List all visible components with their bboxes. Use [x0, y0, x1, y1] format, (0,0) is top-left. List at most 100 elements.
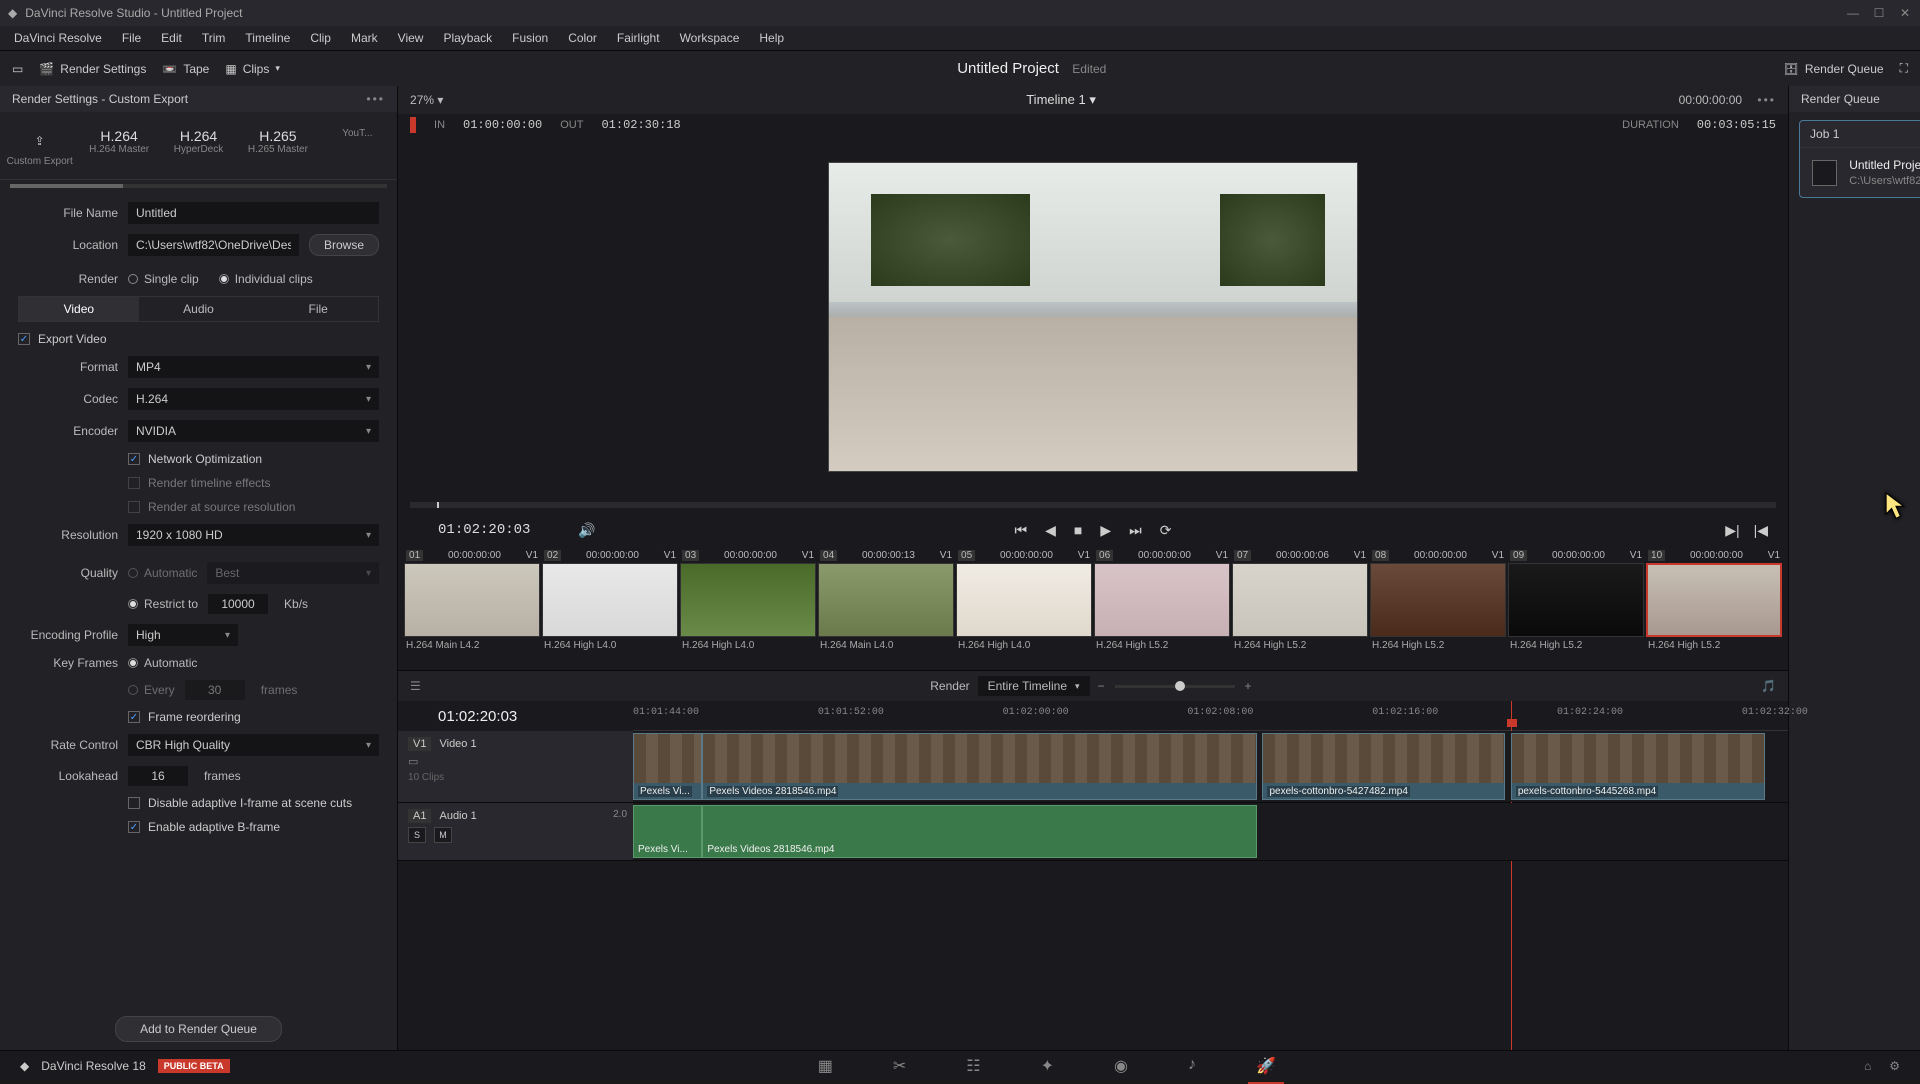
- v1-track-body[interactable]: Pexels Vi...Pexels Videos 2818546.mp4pex…: [633, 731, 1788, 802]
- preset-h265-master[interactable]: H.265H.265 Master: [238, 122, 317, 179]
- quality-auto-radio[interactable]: Automatic: [128, 566, 197, 580]
- timeline-audio-clip[interactable]: Pexels Vi...: [633, 805, 702, 858]
- viewer-zoom[interactable]: 27% ▾: [410, 93, 443, 107]
- solo-button[interactable]: S: [408, 827, 426, 843]
- stop-button[interactable]: ■: [1074, 522, 1082, 538]
- quality-restrict-radio[interactable]: Restrict to: [128, 597, 198, 611]
- minimize-button[interactable]: —: [1846, 6, 1860, 20]
- clip-item[interactable]: 0300:00:00:00V1H.264 High L4.0: [680, 548, 816, 670]
- menu-file[interactable]: File: [112, 31, 151, 45]
- menu-davinci[interactable]: DaVinci Resolve: [4, 31, 112, 45]
- timeline-video-clip[interactable]: pexels-cottonbro-5445268.mp4: [1511, 733, 1765, 800]
- project-settings-icon[interactable]: ⚙: [1889, 1059, 1900, 1073]
- render-job[interactable]: Job 1 ⋯✎✕ Untitled Project | Timeline 1 …: [1799, 120, 1920, 198]
- browse-button[interactable]: Browse: [309, 234, 379, 256]
- individual-clips-radio[interactable]: Individual clips: [219, 272, 313, 286]
- timeline-view-icon[interactable]: ☰: [410, 679, 421, 693]
- add-to-queue-button[interactable]: Add to Render Queue: [115, 1016, 282, 1042]
- timeline-video-clip[interactable]: pexels-cottonbro-5427482.mp4: [1262, 733, 1505, 800]
- clip-item[interactable]: 0200:00:00:00V1H.264 High L4.0: [542, 548, 678, 670]
- scrub-bar[interactable]: [410, 502, 1776, 508]
- clip-item[interactable]: 0100:00:00:00V1H.264 Main L4.2: [404, 548, 540, 670]
- enable-bframe-check[interactable]: [128, 821, 140, 833]
- step-back-button[interactable]: ◀: [1045, 522, 1056, 539]
- bitrate-input[interactable]: [208, 594, 268, 614]
- home-icon[interactable]: ⌂: [1864, 1059, 1871, 1073]
- tab-video[interactable]: Video: [19, 297, 139, 321]
- clip-item[interactable]: 0900:00:00:00V1H.264 High L5.2: [1508, 548, 1644, 670]
- render-effects-check[interactable]: [128, 477, 140, 489]
- first-frame-button[interactable]: ⏮: [1015, 522, 1028, 539]
- menu-fairlight[interactable]: Fairlight: [607, 31, 670, 45]
- export-video-check[interactable]: [18, 333, 30, 345]
- net-opt-check[interactable]: [128, 453, 140, 465]
- color-page-icon[interactable]: ◉: [1114, 1056, 1128, 1076]
- media-page-icon[interactable]: ▦: [818, 1056, 833, 1076]
- close-button[interactable]: ✕: [1898, 6, 1912, 20]
- preset-custom[interactable]: ⇪Custom Export: [0, 122, 79, 179]
- menu-edit[interactable]: Edit: [151, 31, 192, 45]
- cut-page-icon[interactable]: ✂: [893, 1056, 906, 1076]
- tab-file[interactable]: File: [258, 297, 378, 321]
- play-button[interactable]: ▶: [1100, 522, 1111, 539]
- timeline-audio-clip[interactable]: Pexels Videos 2818546.mp4: [702, 805, 1256, 858]
- viewer-timeline-name[interactable]: Timeline 1 ▾: [1026, 92, 1096, 108]
- menu-playback[interactable]: Playback: [433, 31, 502, 45]
- menu-timeline[interactable]: Timeline: [235, 31, 300, 45]
- audio-mixer-icon[interactable]: 🎵: [1761, 679, 1776, 693]
- viewer-canvas[interactable]: [398, 136, 1788, 498]
- maximize-button[interactable]: ☐: [1872, 6, 1886, 20]
- menu-view[interactable]: View: [388, 31, 434, 45]
- speaker-icon[interactable]: 🔊: [578, 522, 595, 539]
- zoom-in-button[interactable]: +: [1245, 679, 1252, 693]
- timeline-ruler[interactable]: 01:01:44:0001:01:52:0001:02:00:0001:02:0…: [633, 701, 1788, 731]
- a1-track-body[interactable]: Pexels Vi...Pexels Videos 2818546.mp4: [633, 803, 1788, 860]
- edit-page-icon[interactable]: ☷: [966, 1056, 980, 1076]
- menu-clip[interactable]: Clip: [300, 31, 341, 45]
- deliver-page-icon[interactable]: ▭: [12, 62, 23, 76]
- expand-icon[interactable]: ⛶: [1900, 61, 1908, 76]
- clip-item[interactable]: 0800:00:00:00V1H.264 High L5.2: [1370, 548, 1506, 670]
- enc-profile-select[interactable]: High: [128, 624, 238, 646]
- menu-help[interactable]: Help: [749, 31, 794, 45]
- rate-control-select[interactable]: CBR High Quality: [128, 734, 379, 756]
- render-queue-toggle[interactable]: 🗄 Render Queue: [1784, 62, 1884, 76]
- kf-auto-radio[interactable]: Automatic: [128, 656, 197, 670]
- single-clip-radio[interactable]: Single clip: [128, 272, 199, 286]
- tl-render-mode-select[interactable]: Entire Timeline▾: [978, 676, 1090, 696]
- menu-fusion[interactable]: Fusion: [502, 31, 558, 45]
- clip-item[interactable]: 0600:00:00:00V1H.264 High L5.2: [1094, 548, 1230, 670]
- kf-every-radio[interactable]: Every: [128, 683, 175, 697]
- clip-item[interactable]: 1000:00:00:00V1H.264 High L5.2: [1646, 548, 1782, 670]
- codec-select[interactable]: H.264: [128, 388, 379, 410]
- loop-button[interactable]: ⟳: [1160, 522, 1172, 539]
- timeline-video-clip[interactable]: Pexels Videos 2818546.mp4: [702, 733, 1256, 800]
- clips-toggle[interactable]: ▦ Clips ▾: [225, 62, 280, 76]
- format-select[interactable]: MP4: [128, 356, 379, 378]
- render-settings-toggle[interactable]: 🎬 Render Settings: [39, 62, 146, 76]
- viewer-menu-icon[interactable]: •••: [1757, 93, 1776, 107]
- deliver-page-icon[interactable]: 🚀: [1256, 1056, 1276, 1076]
- location-input[interactable]: [128, 234, 299, 256]
- file-name-input[interactable]: [128, 202, 379, 224]
- tape-toggle[interactable]: 📼 Tape: [162, 62, 209, 76]
- lookahead-input[interactable]: [128, 766, 188, 786]
- resolution-select[interactable]: 1920 x 1080 HD: [128, 524, 379, 546]
- panel-menu-icon[interactable]: •••: [366, 92, 385, 106]
- fusion-page-icon[interactable]: ✦: [1041, 1056, 1054, 1076]
- render-source-check[interactable]: [128, 501, 140, 513]
- track-enable-icon[interactable]: ▭: [408, 755, 418, 768]
- prev-clip-button[interactable]: |◀: [1754, 522, 1768, 539]
- preset-youtube[interactable]: YouT...: [318, 122, 397, 179]
- mute-button[interactable]: M: [434, 827, 452, 843]
- clip-item[interactable]: 0700:00:00:06V1H.264 High L5.2: [1232, 548, 1368, 670]
- next-clip-button[interactable]: ▶|: [1725, 522, 1739, 539]
- menu-mark[interactable]: Mark: [341, 31, 388, 45]
- menu-workspace[interactable]: Workspace: [670, 31, 750, 45]
- clip-item[interactable]: 0400:00:00:13V1H.264 Main L4.0: [818, 548, 954, 670]
- disable-iframe-check[interactable]: [128, 797, 140, 809]
- clip-item[interactable]: 0500:00:00:00V1H.264 High L4.0: [956, 548, 1092, 670]
- timeline-video-clip[interactable]: Pexels Vi...: [633, 733, 702, 800]
- tab-audio[interactable]: Audio: [139, 297, 259, 321]
- menu-color[interactable]: Color: [558, 31, 607, 45]
